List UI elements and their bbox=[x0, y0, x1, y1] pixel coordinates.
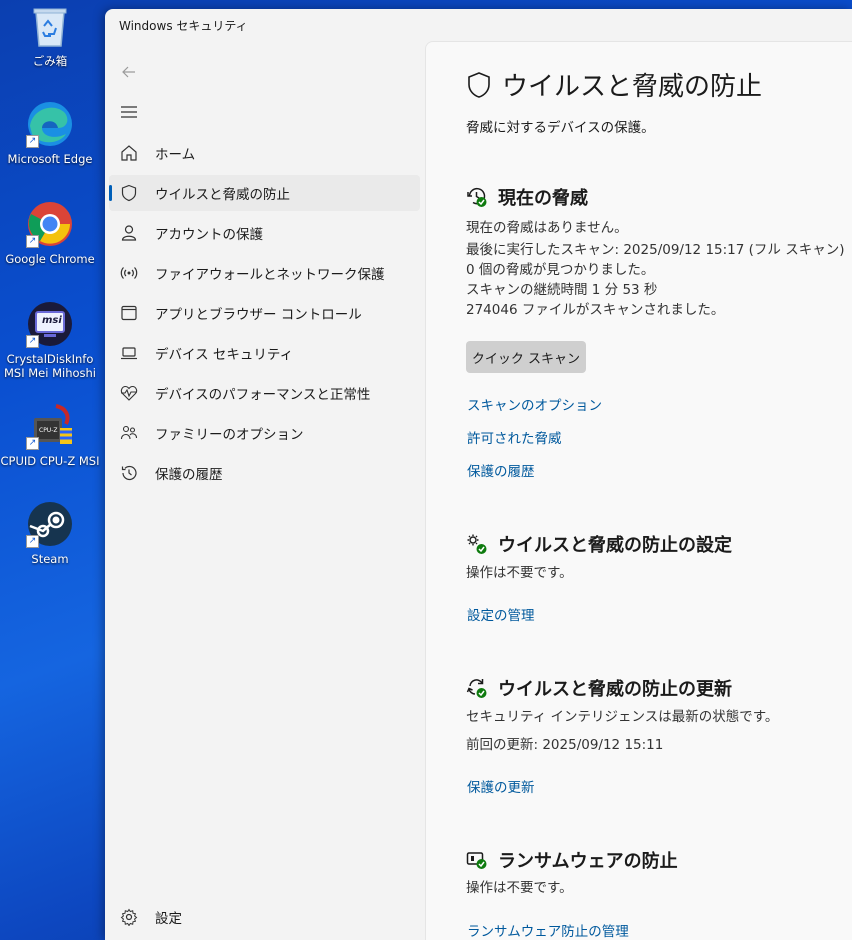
recycle-bin-icon bbox=[26, 2, 74, 50]
nav-item-firewall[interactable]: ファイアウォールとネットワーク保護 bbox=[109, 255, 420, 291]
shortcut-arrow-icon: ↗ bbox=[26, 135, 39, 148]
nav-item-account-protection[interactable]: アカウントの保護 bbox=[109, 215, 420, 251]
cpuz-icon: CPU-Z ↗ bbox=[26, 402, 74, 450]
scan-options-link[interactable]: スキャンのオプション bbox=[467, 394, 602, 414]
nav-item-label: 保護の履歴 bbox=[155, 467, 223, 483]
scan-duration-text: スキャンの継続時間 1 分 53 秒 bbox=[466, 282, 658, 298]
intelligence-status-text: セキュリティ インテリジェンスは最新の状態です。 bbox=[466, 709, 779, 725]
section-heading-protection-updates: ウイルスと脅威の防止の更新 bbox=[466, 675, 732, 701]
settings-status-text: 操作は不要です。 bbox=[466, 565, 573, 581]
navigation-pane: ホーム ウイルスと脅威の防止 アカウントの保護 ファイアウォールとネットワーク保… bbox=[105, 41, 425, 940]
refresh-ok-icon bbox=[466, 677, 488, 699]
wireless-icon bbox=[119, 263, 139, 283]
chrome-icon: ↗ bbox=[26, 200, 74, 248]
section-heading-protection-settings: ウイルスと脅威の防止の設定 bbox=[466, 531, 732, 557]
shield-icon bbox=[466, 71, 492, 99]
history-icon bbox=[119, 463, 139, 483]
nav-item-label: デバイスのパフォーマンスと正常性 bbox=[155, 387, 371, 403]
home-icon bbox=[119, 143, 139, 163]
files-scanned-text: 274046 ファイルがスキャンされました。 bbox=[466, 302, 725, 318]
main-content: ウイルスと脅威の防止 脅威に対するデバイスの保護。 現在の脅威 現在の脅威はあり… bbox=[425, 41, 852, 940]
nav-item-label: ウイルスと脅威の防止 bbox=[155, 187, 290, 203]
desktop: ごみ箱 ↗ Microsoft Edge ↗ Google Chrome msi… bbox=[0, 0, 105, 940]
back-button[interactable] bbox=[118, 61, 140, 83]
gear-icon bbox=[119, 907, 139, 927]
shortcut-arrow-icon: ↗ bbox=[26, 437, 39, 450]
msi-logo: msi bbox=[42, 315, 62, 326]
desktop-icon-chrome[interactable]: ↗ Google Chrome bbox=[0, 200, 100, 266]
desktop-icon-label: CPUID CPU-Z MSI bbox=[0, 454, 100, 468]
person-icon bbox=[119, 223, 139, 243]
title-bar[interactable]: Windows セキュリティ bbox=[105, 9, 852, 41]
nav-item-label: アプリとブラウザー コントロール bbox=[155, 307, 362, 323]
nav-item-label: ホーム bbox=[155, 147, 196, 163]
last-scan-text: 最後に実行したスキャン: 2025/09/12 15:17 (フル スキャン) bbox=[466, 242, 845, 258]
threats-found-text: 0 個の脅威が見つかりました。 bbox=[466, 262, 655, 278]
nav-item-protection-history[interactable]: 保護の履歴 bbox=[109, 455, 420, 491]
nav-item-device-performance[interactable]: デバイスのパフォーマンスと正常性 bbox=[109, 375, 420, 411]
gears-ok-icon bbox=[466, 533, 488, 555]
manage-settings-link[interactable]: 設定の管理 bbox=[467, 604, 535, 624]
nav-item-home[interactable]: ホーム bbox=[109, 135, 420, 171]
shield-icon bbox=[119, 183, 139, 203]
desktop-icon-label: CrystalDiskInfo MSI Mei Mihoshi bbox=[3, 352, 97, 380]
desktop-icon-label: Steam bbox=[31, 552, 69, 566]
nav-item-app-browser-control[interactable]: アプリとブラウザー コントロール bbox=[109, 295, 420, 331]
section-heading-text: ウイルスと脅威の防止の更新 bbox=[498, 679, 732, 700]
back-arrow-icon bbox=[122, 66, 135, 78]
window-title: Windows セキュリティ bbox=[119, 18, 248, 33]
nav-item-label: 設定 bbox=[155, 911, 182, 927]
protection-updates-link[interactable]: 保護の更新 bbox=[467, 776, 535, 796]
desktop-icon-edge[interactable]: ↗ Microsoft Edge bbox=[0, 100, 100, 166]
crystaldiskinfo-icon: msi ↗ bbox=[26, 300, 74, 348]
desktop-icon-steam[interactable]: ↗ Steam bbox=[0, 500, 100, 566]
nav-item-label: デバイス セキュリティ bbox=[155, 347, 294, 363]
desktop-icon-crystaldiskinfo[interactable]: msi ↗ CrystalDiskInfo MSI Mei Mihoshi bbox=[0, 300, 100, 380]
section-heading-text: ランサムウェアの防止 bbox=[498, 851, 678, 872]
nav-item-family-options[interactable]: ファミリーのオプション bbox=[109, 415, 420, 451]
menu-button[interactable] bbox=[118, 101, 140, 123]
page-subtitle: 脅威に対するデバイスの保護。 bbox=[466, 120, 655, 136]
app-window-icon bbox=[119, 303, 139, 323]
cpuz-chip-label: CPU-Z bbox=[39, 427, 58, 434]
allowed-threats-link[interactable]: 許可された脅威 bbox=[467, 427, 562, 447]
hamburger-icon bbox=[121, 106, 137, 118]
section-heading-text: ウイルスと脅威の防止の設定 bbox=[498, 535, 732, 556]
nav-item-device-security[interactable]: デバイス セキュリティ bbox=[109, 335, 420, 371]
nav-item-settings[interactable]: 設定 bbox=[109, 899, 420, 935]
last-update-text: 前回の更新: 2025/09/12 15:11 bbox=[466, 737, 664, 753]
desktop-icon-cpuz[interactable]: CPU-Z ↗ CPUID CPU-Z MSI bbox=[0, 402, 100, 468]
nav-item-virus-protection[interactable]: ウイルスと脅威の防止 bbox=[109, 175, 420, 211]
shortcut-arrow-icon: ↗ bbox=[26, 535, 39, 548]
page-title: ウイルスと脅威の防止 bbox=[466, 66, 762, 103]
page-title-text: ウイルスと脅威の防止 bbox=[502, 72, 763, 102]
shortcut-arrow-icon: ↗ bbox=[26, 335, 39, 348]
nav-item-label: ファイアウォールとネットワーク保護 bbox=[155, 267, 385, 283]
scan-history-ok-icon bbox=[466, 186, 488, 208]
nav-item-label: ファミリーのオプション bbox=[155, 427, 304, 443]
section-heading-text: 現在の脅威 bbox=[498, 188, 588, 209]
laptop-icon bbox=[119, 343, 139, 363]
shortcut-arrow-icon: ↗ bbox=[26, 235, 39, 248]
nav-item-label: アカウントの保護 bbox=[155, 227, 263, 243]
desktop-icon-label: ごみ箱 bbox=[32, 54, 68, 68]
section-heading-ransomware: ランサムウェアの防止 bbox=[466, 847, 678, 873]
manage-ransomware-link[interactable]: ランサムウェア防止の管理 bbox=[467, 920, 629, 940]
windows-security-window: Windows セキュリティ ホーム ウイルスと脅威の防止 アカウントの保護 フ… bbox=[105, 9, 852, 940]
quick-scan-button[interactable]: クイック スキャン bbox=[466, 341, 586, 373]
threat-status-text: 現在の脅威はありません。 bbox=[466, 220, 628, 236]
desktop-icon-label: Microsoft Edge bbox=[7, 152, 93, 166]
desktop-icon-label: Google Chrome bbox=[5, 252, 95, 266]
edge-icon: ↗ bbox=[26, 100, 74, 148]
desktop-icon-recycle-bin[interactable]: ごみ箱 bbox=[0, 2, 100, 68]
section-heading-current-threats: 現在の脅威 bbox=[466, 184, 588, 210]
family-icon bbox=[119, 423, 139, 443]
steam-icon: ↗ bbox=[26, 500, 74, 548]
ransomware-status-text: 操作は不要です。 bbox=[466, 880, 573, 896]
protection-history-link[interactable]: 保護の履歴 bbox=[467, 460, 535, 480]
ransomware-ok-icon bbox=[466, 849, 488, 871]
heartbeat-icon bbox=[119, 383, 139, 403]
